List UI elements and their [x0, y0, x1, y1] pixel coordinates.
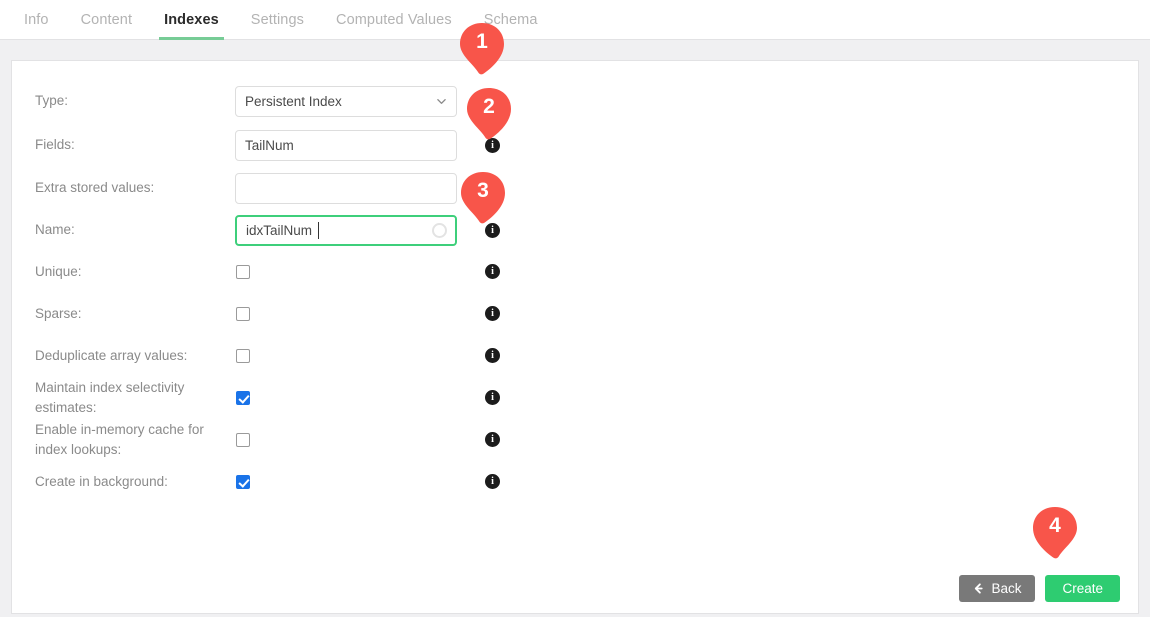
tab-info[interactable]: Info	[8, 0, 65, 39]
form-row-selectivity: Maintain index selectivity estimates: i	[12, 377, 1138, 419]
background-checkbox[interactable]	[236, 475, 250, 489]
extra-stored-values-input[interactable]	[235, 172, 457, 204]
form-row-background: Create in background: i	[12, 461, 1138, 503]
create-button-label: Create	[1062, 581, 1103, 596]
form-row-deduplicate: Deduplicate array values: i	[12, 335, 1138, 377]
fields-input[interactable]	[235, 129, 457, 161]
form-row-cache: Enable in-memory cache for index lookups…	[12, 419, 1138, 461]
sparse-control	[235, 307, 457, 321]
name-info-icon[interactable]: i	[485, 223, 500, 238]
unique-label: Unique:	[35, 264, 82, 279]
selectivity-info-icon[interactable]: i	[485, 390, 500, 405]
sparse-checkbox[interactable]	[236, 307, 250, 321]
unique-control	[235, 265, 457, 279]
index-form-panel: Type: Persistent Index Fields: TailNum i…	[11, 60, 1139, 614]
type-control: Persistent Index	[235, 85, 457, 117]
index-creation-screen: Info Content Indexes Settings Computed V…	[0, 0, 1150, 617]
cache-control	[235, 433, 457, 447]
extra-stored-values-control	[235, 172, 457, 204]
tab-content[interactable]: Content	[65, 0, 149, 39]
fields-info-icon[interactable]: i	[485, 138, 500, 153]
deduplicate-label: Deduplicate array values:	[35, 348, 188, 363]
cache-checkbox[interactable]	[236, 433, 250, 447]
fields-label: Fields:	[35, 137, 75, 152]
spinner-icon	[432, 222, 447, 238]
sparse-info-icon[interactable]: i	[485, 306, 500, 321]
unique-info-icon[interactable]: i	[485, 264, 500, 279]
extra-stored-values-label: Extra stored values:	[35, 180, 155, 195]
tab-list: Info Content Indexes Settings Computed V…	[0, 0, 1150, 40]
background-control	[235, 475, 457, 489]
tab-schema[interactable]: Schema	[468, 0, 554, 39]
deduplicate-control	[235, 349, 457, 363]
selectivity-checkbox[interactable]	[236, 391, 250, 405]
selectivity-label: Maintain index selectivity estimates:	[35, 380, 185, 415]
collection-tabbar: Info Content Indexes Settings Computed V…	[0, 0, 1150, 40]
index-form: Type: Persistent Index Fields: TailNum i…	[12, 79, 1138, 503]
unique-checkbox[interactable]	[236, 265, 250, 279]
form-row-type: Type: Persistent Index	[12, 79, 1138, 123]
name-control	[235, 214, 457, 246]
arrow-left-icon	[975, 583, 984, 594]
tab-settings[interactable]: Settings	[235, 0, 320, 39]
form-row-unique: Unique: i	[12, 251, 1138, 293]
fields-control	[235, 129, 457, 161]
deduplicate-info-icon[interactable]: i	[485, 348, 500, 363]
cache-label: Enable in-memory cache for index lookups…	[35, 422, 204, 457]
text-caret	[318, 221, 319, 239]
form-row-name: Name: i	[12, 209, 1138, 251]
name-input[interactable]	[235, 214, 457, 246]
type-label: Type:	[35, 93, 69, 108]
type-select[interactable]: Persistent Index	[235, 85, 457, 117]
deduplicate-checkbox[interactable]	[236, 349, 250, 363]
form-row-sparse: Sparse: i	[12, 293, 1138, 335]
form-row-fields: Fields: i	[12, 123, 1138, 167]
background-info-icon[interactable]: i	[485, 474, 500, 489]
tab-computed-values[interactable]: Computed Values	[320, 0, 468, 39]
back-button-label: Back	[991, 581, 1022, 596]
selectivity-control	[235, 391, 457, 405]
type-select-wrap: Persistent Index	[235, 85, 457, 117]
background-label: Create in background:	[35, 474, 168, 489]
form-footer: Back Create	[959, 575, 1120, 602]
form-row-extra-stored-values: Extra stored values:	[12, 167, 1138, 209]
back-button[interactable]: Back	[959, 575, 1036, 602]
tab-indexes[interactable]: Indexes	[148, 0, 235, 40]
create-button[interactable]: Create	[1045, 575, 1120, 602]
sparse-label: Sparse:	[35, 306, 82, 321]
name-input-wrap	[235, 214, 457, 246]
cache-info-icon[interactable]: i	[485, 432, 500, 447]
name-label: Name:	[35, 222, 75, 237]
